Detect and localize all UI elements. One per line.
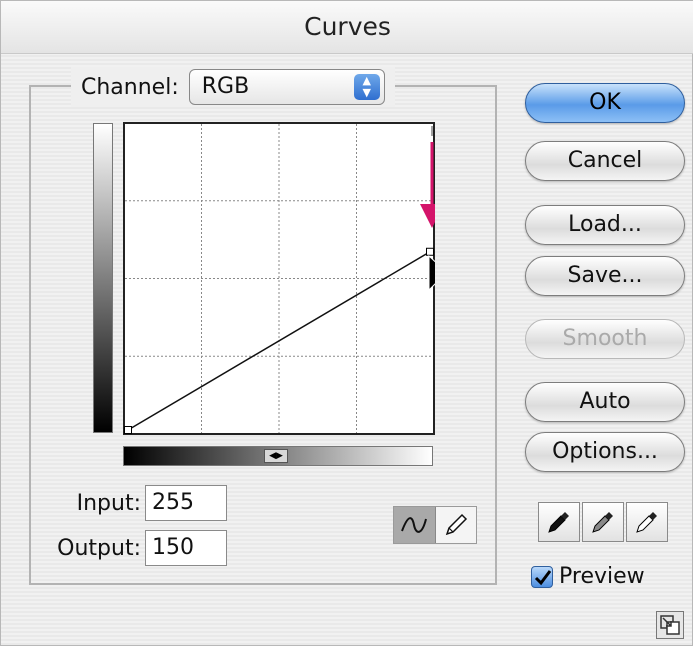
- channel-row: Channel: RGB ▲ ▼: [71, 67, 395, 107]
- curve-point-end[interactable]: [426, 247, 434, 256]
- curve-tool-button[interactable]: [394, 507, 436, 543]
- output-label: Output:: [57, 535, 141, 561]
- curve-graph[interactable]: [123, 122, 435, 435]
- input-gradient-bar: ◀▶: [123, 446, 433, 466]
- gradient-toggle-icon[interactable]: ◀▶: [264, 449, 288, 463]
- eyedropper-gray-icon: [592, 512, 613, 533]
- checkmark-icon: [534, 569, 552, 585]
- ok-button[interactable]: OK: [525, 83, 685, 123]
- eyedropper-white-icon: [636, 512, 657, 533]
- eyedropper-group: [538, 502, 668, 542]
- input-label: Input:: [76, 490, 141, 516]
- curve-tool-icon: [401, 517, 428, 533]
- load-button[interactable]: Load...: [525, 205, 685, 245]
- save-button[interactable]: Save...: [525, 256, 685, 296]
- eyedropper-black-icon: [548, 512, 569, 533]
- input-row: Input: 255: [59, 485, 227, 521]
- curves-dialog: Curves Channel: RGB ▲ ▼ ◀▶ Input: 255 Ou…: [0, 0, 693, 646]
- window-title: Curves: [1, 1, 693, 54]
- options-button[interactable]: Options...: [525, 432, 685, 472]
- preview-row: Preview: [531, 564, 645, 589]
- channel-select[interactable]: RGB ▲ ▼: [188, 69, 385, 105]
- output-gradient-bar: [93, 123, 113, 433]
- input-field[interactable]: 255: [145, 485, 227, 521]
- output-field[interactable]: 150: [145, 530, 227, 566]
- auto-button[interactable]: Auto: [525, 382, 685, 422]
- smooth-button: Smooth: [525, 319, 685, 359]
- white-eyedropper-button[interactable]: [626, 502, 668, 542]
- resize-grip-icon[interactable]: [656, 611, 684, 639]
- curve-tool-group: [393, 506, 477, 544]
- channel-select-value: RGB: [201, 74, 250, 99]
- curve-point-start[interactable]: [124, 426, 132, 434]
- select-arrows-icon: ▲ ▼: [353, 74, 380, 100]
- channel-label: Channel:: [81, 74, 179, 100]
- cancel-button[interactable]: Cancel: [525, 141, 685, 181]
- pencil-tool-button[interactable]: [436, 507, 477, 543]
- preview-checkbox[interactable]: [531, 565, 553, 588]
- output-row: Output: 150: [47, 530, 227, 566]
- gray-eyedropper-button[interactable]: [582, 502, 624, 542]
- pencil-icon: [445, 513, 467, 536]
- preview-label: Preview: [559, 564, 645, 589]
- black-eyedropper-button[interactable]: [538, 502, 580, 542]
